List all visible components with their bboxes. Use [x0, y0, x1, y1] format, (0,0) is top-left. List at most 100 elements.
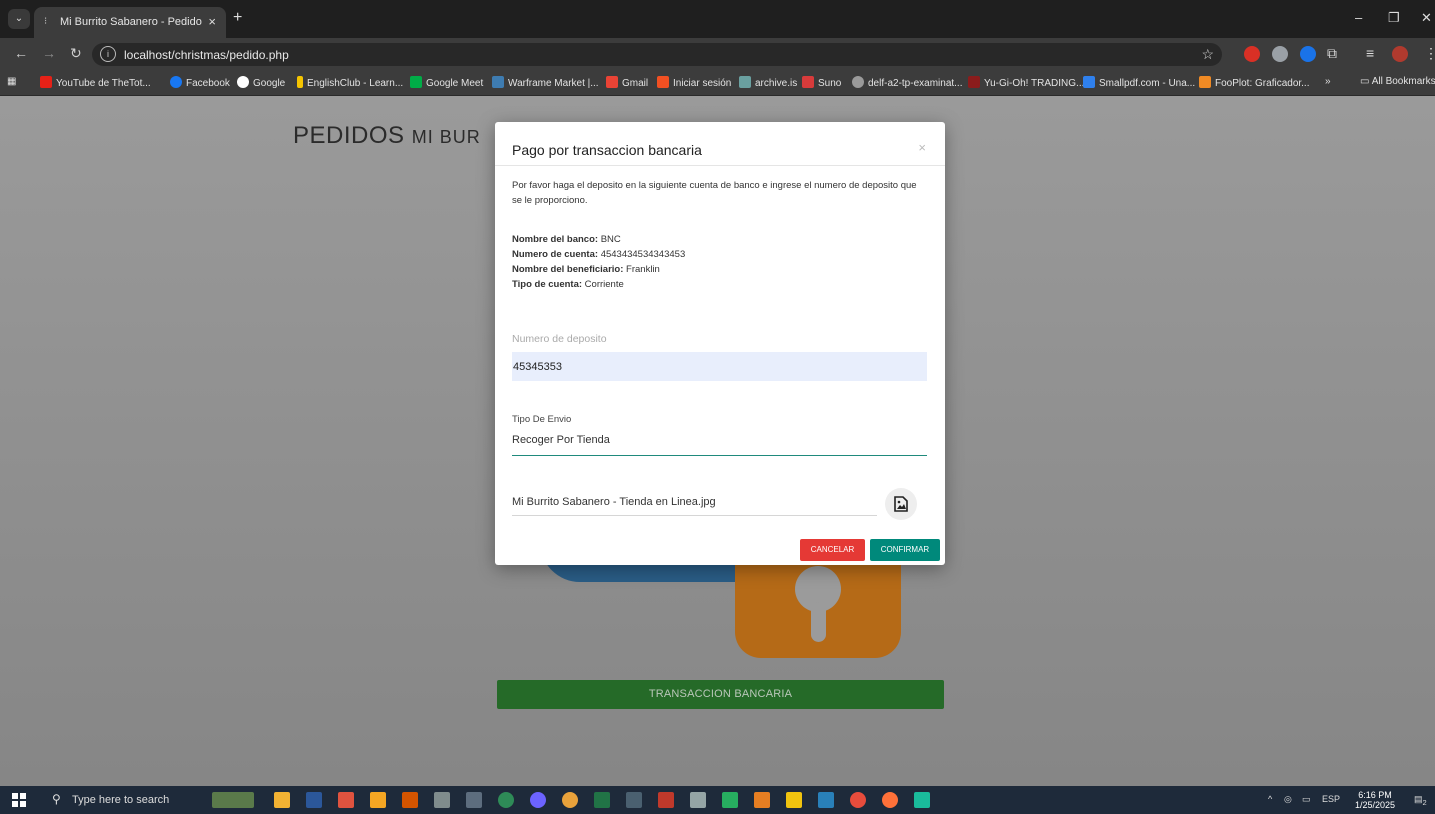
- upload-image-button[interactable]: [885, 488, 917, 520]
- app-icon[interactable]: [402, 792, 418, 808]
- account-number-row: Numero de cuenta: 4543434534343453: [512, 249, 686, 260]
- extensions-puzzle-icon[interactable]: ⧉: [1327, 45, 1337, 62]
- bookmark-favicon-icon: [410, 76, 422, 88]
- bookmark-favicon-icon: [968, 76, 980, 88]
- extension-adblock-icon[interactable]: [1244, 46, 1260, 62]
- bookmark-item[interactable]: Warframe Market |...: [492, 76, 599, 89]
- bookmark-favicon-icon: [297, 76, 303, 88]
- app-icon[interactable]: [914, 792, 930, 808]
- taskbar-clock[interactable]: 6:16 PM 1/25/2025: [1355, 790, 1395, 810]
- modal-title: Pago por transaccion bancaria: [512, 142, 702, 158]
- shipping-type-select[interactable]: Recoger Por Tienda: [512, 434, 927, 456]
- file-explorer-icon[interactable]: [274, 792, 290, 808]
- bookmark-item[interactable]: Google: [237, 76, 285, 89]
- minimize-icon[interactable]: –: [1355, 10, 1362, 25]
- bank-transfer-button[interactable]: TRANSACCION BANCARIA: [497, 680, 944, 709]
- chrome-icon[interactable]: [562, 792, 578, 808]
- bookmark-favicon-icon: [237, 76, 249, 88]
- new-tab-button[interactable]: +: [233, 9, 242, 27]
- reading-list-icon[interactable]: ≡: [1366, 45, 1374, 61]
- bank-transfer-modal: Pago por transaccion bancaria × Por favo…: [495, 122, 945, 565]
- beneficiary-row: Nombre del beneficiario: Franklin: [512, 264, 660, 275]
- bookmark-item[interactable]: Suno: [802, 76, 841, 89]
- app-icon[interactable]: [818, 792, 834, 808]
- bookmark-favicon-icon: [802, 76, 814, 88]
- bookmark-item[interactable]: Google Meet: [410, 76, 483, 89]
- bookmark-item[interactable]: Iniciar sesión: [657, 76, 731, 89]
- tray-chevron-icon[interactable]: ^: [1268, 794, 1272, 804]
- paint-icon[interactable]: [338, 792, 354, 808]
- firefox-icon[interactable]: [882, 792, 898, 808]
- folder-icon: ▭: [1360, 76, 1372, 87]
- notifications-icon[interactable]: ▤2: [1414, 794, 1427, 807]
- address-bar[interactable]: i localhost/christmas/pedido.php ☆: [92, 43, 1222, 66]
- browser-tab-active[interactable]: ⁝ Mi Burrito Sabanero - Pedido ×: [34, 7, 226, 38]
- bookmark-item[interactable]: Gmail: [606, 76, 648, 89]
- app-icon[interactable]: [530, 792, 546, 808]
- cancel-button[interactable]: CANCELAR: [800, 539, 865, 561]
- excel-icon[interactable]: [594, 792, 610, 808]
- opera-icon[interactable]: [850, 792, 866, 808]
- extension-sync-icon[interactable]: [1300, 46, 1316, 62]
- site-info-icon[interactable]: i: [100, 46, 116, 62]
- bookmark-item[interactable]: archive.is: [739, 76, 797, 89]
- app-icon[interactable]: [754, 792, 770, 808]
- modal-close-icon[interactable]: ×: [918, 140, 926, 155]
- app-icon[interactable]: [786, 792, 802, 808]
- app-icon[interactable]: [434, 792, 450, 808]
- taskbar-search-placeholder: Type here to search: [72, 794, 170, 806]
- bookmarks-overflow-icon[interactable]: »: [1325, 76, 1331, 87]
- bookmark-favicon-icon: [1199, 76, 1211, 88]
- bookmark-item[interactable]: Facebook: [170, 76, 230, 89]
- bookmark-item[interactable]: Smallpdf.com - Una...: [1083, 76, 1195, 89]
- bookmark-favicon-icon: [1083, 76, 1095, 88]
- bookmark-item[interactable]: YouTube de TheTot...: [40, 76, 151, 89]
- app-icon[interactable]: [466, 792, 482, 808]
- bookmark-item[interactable]: Yu-Gi-Oh! TRADING...: [968, 76, 1084, 89]
- account-type-row: Tipo de cuenta: Corriente: [512, 279, 624, 290]
- taskbar-search[interactable]: ⚲ Type here to search: [40, 786, 200, 814]
- bookmark-item[interactable]: EnglishClub - Learn...: [297, 76, 403, 89]
- more-menu-icon[interactable]: ⋮: [1424, 45, 1435, 62]
- browser-toolbar: ← → ↻ i localhost/christmas/pedido.php ☆…: [0, 38, 1435, 71]
- app-icon[interactable]: [690, 792, 706, 808]
- clock-date: 1/25/2025: [1355, 800, 1396, 810]
- bookmark-favicon-icon: [606, 76, 618, 88]
- forward-icon[interactable]: →: [42, 45, 56, 61]
- page-subtitle: MI BUR: [411, 127, 481, 147]
- deposit-number-label: Numero de deposito: [512, 333, 607, 345]
- bookmark-star-icon[interactable]: ☆: [1201, 46, 1214, 63]
- bookmark-item[interactable]: delf-a2-tp-examinat...: [852, 76, 963, 89]
- confirm-button[interactable]: CONFIRMAR: [870, 539, 940, 561]
- clock-time: 6:16 PM: [1358, 790, 1392, 800]
- deposit-number-input[interactable]: [512, 352, 927, 381]
- browser-tab-bar: ⌄ ⁝ Mi Burrito Sabanero - Pedido × + – ❐…: [0, 0, 1435, 38]
- restore-icon[interactable]: ❐: [1388, 10, 1400, 26]
- windows-taskbar: ⚲ Type here to search ^ ◎ ▭ ESP 6:16 PM …: [0, 786, 1435, 814]
- tab-title: Mi Burrito Sabanero - Pedido: [60, 16, 202, 28]
- url-text: localhost/christmas/pedido.php: [124, 48, 289, 62]
- extension-record-icon[interactable]: [1272, 46, 1288, 62]
- tab-close-icon[interactable]: ×: [208, 14, 216, 29]
- bookmark-item[interactable]: FooPlot: Graficador...: [1199, 76, 1310, 89]
- page-title: PEDIDOS MI BUR: [293, 122, 481, 149]
- reload-icon[interactable]: ↻: [70, 45, 82, 62]
- app-icon[interactable]: [722, 792, 738, 808]
- app-icon[interactable]: [658, 792, 674, 808]
- calculator-icon[interactable]: [626, 792, 642, 808]
- back-icon[interactable]: ←: [14, 45, 28, 61]
- profile-avatar-icon[interactable]: [1392, 46, 1408, 62]
- tray-volume-icon[interactable]: ▭: [1302, 794, 1311, 805]
- news-widget-icon[interactable]: [212, 792, 254, 808]
- apps-grid-icon[interactable]: ▦: [7, 76, 16, 87]
- vlc-icon[interactable]: [370, 792, 386, 808]
- all-bookmarks-folder[interactable]: ▭ All Bookmarks: [1360, 76, 1435, 87]
- app-icon[interactable]: [498, 792, 514, 808]
- tab-search-menu-icon[interactable]: ⌄: [8, 9, 30, 29]
- tray-network-icon[interactable]: ◎: [1284, 794, 1292, 805]
- windows-start-icon[interactable]: [12, 793, 26, 807]
- close-window-icon[interactable]: ✕: [1421, 10, 1432, 26]
- file-name-field[interactable]: Mi Burrito Sabanero - Tienda en Linea.jp…: [512, 496, 877, 516]
- language-indicator[interactable]: ESP: [1322, 794, 1340, 804]
- word-icon[interactable]: [306, 792, 322, 808]
